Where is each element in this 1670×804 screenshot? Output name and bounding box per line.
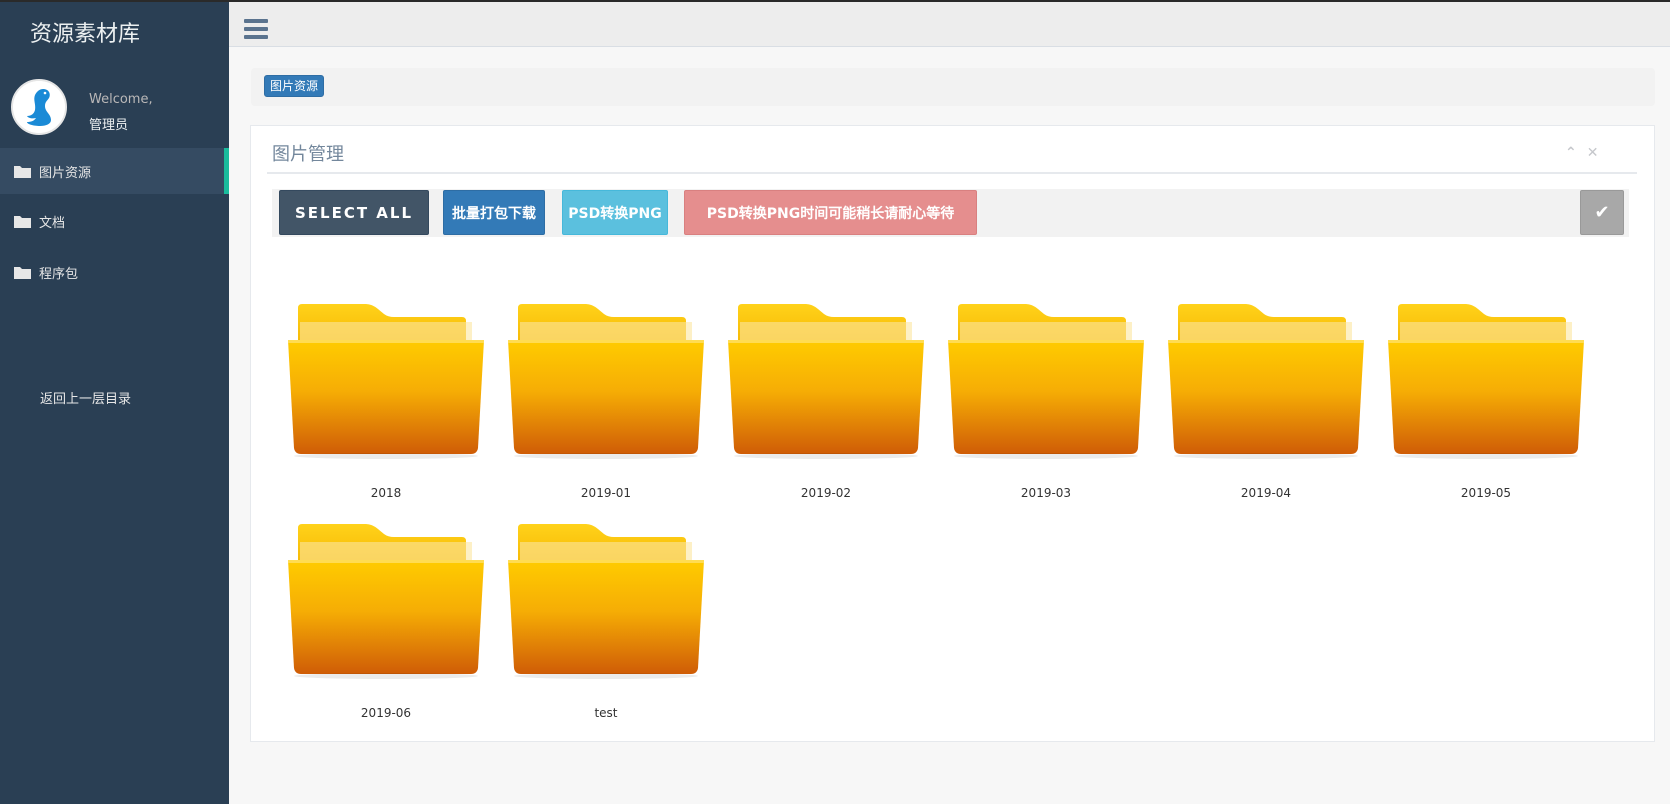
folder-item[interactable]: 2019-06 bbox=[276, 522, 496, 737]
sidebar: 资源素材库 Welcome, 管理员 图片资源 文档 程序包 返回上一层目录 bbox=[0, 2, 229, 804]
sidebar-item-label: 程序包 bbox=[39, 266, 79, 282]
sidebar-item-label: 图片资源 bbox=[39, 165, 92, 181]
folder-icon bbox=[728, 304, 924, 459]
check-icon: ✔ bbox=[1594, 202, 1610, 223]
username: 管理员 bbox=[89, 118, 129, 133]
hamburger-menu-icon[interactable] bbox=[244, 19, 268, 39]
back-to-parent-link[interactable]: 返回上一层目录 bbox=[40, 388, 131, 407]
panel-tools: ⌃ ✕ bbox=[1565, 144, 1598, 161]
folder-name: 2019-02 bbox=[800, 486, 852, 500]
avatar bbox=[11, 79, 67, 135]
folder-icon bbox=[14, 267, 31, 279]
folder-icon bbox=[1168, 304, 1364, 459]
sidebar-item-documents[interactable]: 文档 bbox=[0, 198, 229, 244]
folder-name: 2019-04 bbox=[1240, 486, 1292, 500]
app-title[interactable]: 资源素材库 bbox=[30, 16, 140, 48]
folder-icon bbox=[14, 166, 31, 178]
close-icon[interactable]: ✕ bbox=[1587, 144, 1599, 161]
sidebar-item-packages[interactable]: 程序包 bbox=[0, 249, 229, 295]
sidebar-item-images[interactable]: 图片资源 bbox=[0, 148, 229, 194]
folder-item[interactable]: 2019-02 bbox=[716, 302, 936, 517]
select-all-button[interactable]: SELECT ALL bbox=[279, 190, 429, 235]
folder-name: 2019-06 bbox=[360, 706, 412, 720]
folder-item[interactable]: test bbox=[496, 522, 716, 737]
folder-name: 2018 bbox=[370, 486, 402, 500]
chevron-up-icon[interactable]: ⌃ bbox=[1565, 144, 1577, 161]
folder-icon bbox=[508, 524, 704, 679]
folder-name: test bbox=[594, 706, 618, 720]
panel-divider bbox=[267, 172, 1637, 174]
folder-icon bbox=[1388, 304, 1584, 459]
sidebar-item-label: 文档 bbox=[39, 215, 66, 231]
folder-item[interactable]: 2019-05 bbox=[1376, 302, 1596, 517]
folder-item[interactable]: 2019-04 bbox=[1156, 302, 1376, 517]
folder-item[interactable]: 2018 bbox=[276, 302, 496, 517]
folder-icon bbox=[14, 216, 31, 228]
folder-item[interactable]: 2019-03 bbox=[936, 302, 1156, 517]
psd-convert-warning-button[interactable]: PSD转换PNG时间可能稍长请耐心等待 bbox=[684, 190, 977, 235]
top-nav bbox=[229, 2, 1670, 47]
folder-icon bbox=[288, 304, 484, 459]
panel-title: 图片管理 bbox=[272, 144, 344, 165]
breadcrumb bbox=[251, 68, 1655, 106]
welcome-text: Welcome, bbox=[89, 92, 153, 107]
folder-icon bbox=[288, 524, 484, 679]
batch-download-button[interactable]: 批量打包下载 bbox=[443, 190, 545, 235]
folder-icon bbox=[508, 304, 704, 459]
psd-convert-button[interactable]: PSD转换PNG bbox=[562, 190, 668, 235]
folder-name: 2019-01 bbox=[580, 486, 632, 500]
confirm-button[interactable]: ✔ bbox=[1580, 190, 1624, 235]
breadcrumb-current[interactable]: 图片资源 bbox=[264, 75, 325, 97]
folder-name: 2019-03 bbox=[1020, 486, 1072, 500]
folder-name: 2019-05 bbox=[1460, 486, 1512, 500]
seal-avatar-icon bbox=[13, 81, 65, 133]
folder-item[interactable]: 2019-01 bbox=[496, 302, 716, 517]
folder-icon bbox=[948, 304, 1144, 459]
